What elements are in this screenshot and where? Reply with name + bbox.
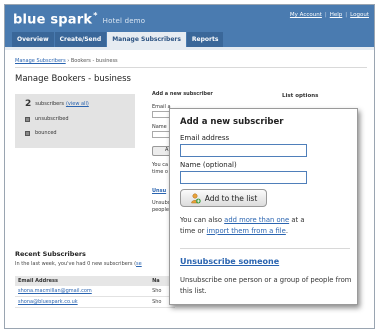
bounced-label: bounced bbox=[35, 130, 57, 136]
breadcrumb-manage-subscribers[interactable]: Manage Subscribers bbox=[15, 58, 66, 64]
subscriber-count-label: subscribers bbox=[35, 101, 64, 107]
unsubscribed-square-icon bbox=[25, 116, 30, 122]
bg-unsubscribe-link[interactable]: Unsu bbox=[152, 188, 166, 194]
subscriber-email-link[interactable]: shona.macmillan@gmail.com bbox=[18, 288, 92, 294]
tab-create-send[interactable]: Create/Send bbox=[54, 32, 107, 47]
page-title: Manage Bookers - business bbox=[15, 74, 131, 84]
tab-underbar bbox=[5, 47, 374, 50]
link-separator: | bbox=[345, 12, 348, 18]
add-to-list-button[interactable]: Add to the list bbox=[180, 189, 267, 207]
table-row: shona@bluespark.co.uk Sho bbox=[15, 296, 175, 308]
table-row: shona.macmillan@gmail.com Sho bbox=[15, 286, 175, 297]
add-more-help: You can also add more than one at a time… bbox=[180, 216, 305, 235]
recent-subscribers-table: Email Address Na shona.macmillan@gmail.c… bbox=[15, 276, 175, 308]
bg-add-heading: Add a new subscriber bbox=[152, 91, 213, 97]
add-person-icon bbox=[190, 193, 201, 204]
bg-name-label: Name bbox=[152, 124, 167, 130]
name-label: Name (optional) bbox=[180, 161, 237, 169]
stat-unsubscribed: unsubscribed bbox=[25, 116, 69, 122]
bg-email-label: Email a bbox=[152, 104, 171, 110]
add-subscriber-popup: Add a new subscriber Email address Name … bbox=[169, 108, 358, 305]
app-logo[interactable]: blue spark* Hotel demo bbox=[13, 11, 145, 27]
stat-active: 2 subscribers (view all) bbox=[25, 99, 89, 109]
email-field[interactable] bbox=[180, 144, 307, 157]
popup-title: Add a new subscriber bbox=[180, 117, 284, 127]
my-account-link[interactable]: My Account bbox=[290, 12, 322, 18]
subscriber-email-link[interactable]: shona@bluespark.co.uk bbox=[18, 299, 78, 305]
bg-helper-line-1: You ca bbox=[152, 162, 169, 168]
name-field[interactable] bbox=[180, 171, 307, 184]
bg-helper-line-2: time o bbox=[152, 169, 168, 175]
column-email: Email Address bbox=[15, 276, 150, 286]
unsubscribed-label: unsubscribed bbox=[35, 116, 69, 122]
bounced-square-icon bbox=[25, 130, 30, 136]
app-window: blue spark*Hotel demo My Account | Help | Lo… bbox=[4, 4, 375, 329]
help-link[interactable]: Help bbox=[330, 12, 343, 18]
link-separator: | bbox=[324, 12, 327, 18]
breadcrumb-current: › Bookers - business bbox=[67, 58, 118, 64]
view-all-link[interactable]: (view all) bbox=[66, 101, 89, 107]
add-more-than-one-link[interactable]: add more than one bbox=[224, 216, 289, 224]
recent-subscribers-text: In the last week, you've had 0 new subsc… bbox=[15, 261, 142, 267]
logo-star-icon: * bbox=[93, 11, 98, 20]
logo-text: blue spark bbox=[13, 12, 93, 28]
recent-see-link[interactable]: se bbox=[136, 261, 142, 267]
tab-reports[interactable]: Reports bbox=[186, 32, 224, 47]
email-label: Email address bbox=[180, 134, 230, 142]
top-links: My Account | Help | Logout bbox=[290, 12, 369, 18]
tab-overview[interactable]: Overview bbox=[12, 32, 54, 47]
popup-divider bbox=[180, 248, 350, 249]
recent-subscribers-title: Recent Subscribers bbox=[15, 250, 86, 258]
add-to-list-label: Add to the list bbox=[204, 193, 258, 203]
bg-unsub-text-2: people bbox=[152, 207, 169, 213]
account-subtitle: Hotel demo bbox=[102, 17, 146, 26]
breadcrumb: Manage Subscribers › Bookers - business bbox=[15, 58, 118, 64]
import-from-file-link[interactable]: import them from a file bbox=[207, 227, 286, 235]
unsubscribe-someone-link[interactable]: Unsubscribe someone bbox=[180, 257, 279, 266]
unsubscribe-help: Unsubscribe one person or a group of peo… bbox=[180, 276, 352, 295]
app-header: blue spark*Hotel demo My Account | Help | Lo… bbox=[5, 5, 374, 47]
stat-bounced: bounced bbox=[25, 130, 57, 136]
divider bbox=[15, 67, 367, 68]
tab-manage-subscribers[interactable]: Manage Subscribers bbox=[107, 32, 186, 47]
bg-unsub-text-1: Unsubs bbox=[152, 200, 171, 206]
logout-link[interactable]: Logout bbox=[350, 12, 369, 18]
table-header-row: Email Address Na bbox=[15, 276, 175, 286]
subscriber-count: 2 bbox=[25, 99, 32, 109]
subscriber-stats: 2 subscribers (view all) unsubscribed bo… bbox=[15, 94, 135, 148]
list-options-heading: List options bbox=[282, 93, 319, 99]
main-tabs: Overview Create/Send Manage Subscribers … bbox=[12, 32, 224, 47]
